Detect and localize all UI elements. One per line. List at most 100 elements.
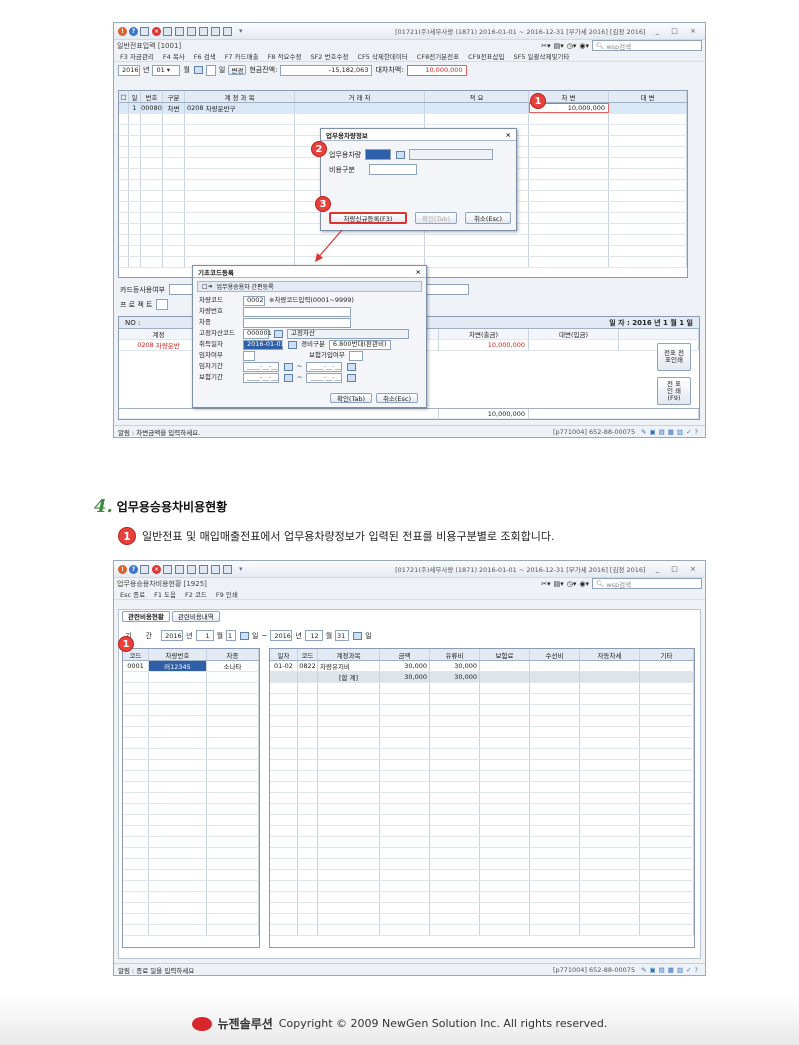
close-icon[interactable]: × [416, 268, 421, 276]
voucher-print-button[interactable]: 전표 전표인쇄 [657, 343, 691, 371]
ins-end-field[interactable]: ____-__-__ [306, 372, 343, 383]
end-day[interactable]: 31 [335, 630, 350, 641]
menu-item[interactable]: F4 복사 [163, 51, 185, 61]
window-icon[interactable] [211, 564, 220, 574]
tools-icon[interactable]: ✂▾ [541, 42, 550, 50]
insurance-field[interactable] [348, 350, 363, 361]
calendar-icon[interactable] [240, 631, 250, 640]
lease-start-field[interactable]: ____-__-__ [243, 361, 279, 372]
folder-icon[interactable] [223, 564, 232, 574]
calc-icon[interactable] [199, 26, 208, 36]
lookup-icon[interactable] [274, 329, 283, 338]
window-controls[interactable]: _ □ × [656, 27, 701, 35]
menu-item[interactable]: F6 검색 [194, 51, 216, 61]
help-icon[interactable]: ? [129, 26, 138, 36]
cancel-button[interactable]: 취소(Esc) [465, 212, 511, 224]
car-code-input[interactable] [365, 149, 392, 160]
window-controls[interactable]: _ □ × [656, 565, 701, 573]
code-icon[interactable] [140, 26, 149, 36]
cost-type-field[interactable]: 6.800번대(판관비) [328, 339, 391, 350]
tab-cost-detail[interactable]: 관련비용내역 [171, 610, 220, 622]
search-icon[interactable] [175, 26, 184, 36]
day-input[interactable] [205, 64, 216, 76]
delete-icon[interactable]: × [152, 26, 161, 36]
doc-icon[interactable]: ▤▾ [554, 580, 564, 588]
calendar-icon[interactable] [187, 564, 196, 574]
status-icons[interactable]: ✎▣▤▦▥✓? [641, 428, 701, 436]
search-icon[interactable] [175, 564, 184, 574]
start-month[interactable]: 1 [195, 630, 214, 641]
ok-button[interactable]: 확인(Tab) [330, 393, 372, 403]
menu-item[interactable]: SF5 일괄삭제및기타 [513, 51, 569, 61]
menu-item[interactable]: SF2 번호수정 [310, 51, 348, 61]
table-row[interactable]: 0001 러12345 소나타 [123, 661, 259, 672]
asset-code-field[interactable]: 000001 [243, 328, 272, 339]
calendar-icon[interactable] [187, 26, 196, 36]
tools-icon[interactable]: ✂▾ [541, 580, 550, 588]
start-day[interactable]: 1 [226, 630, 237, 641]
clock-icon[interactable]: ◷▾ [567, 42, 577, 50]
lease-end-field[interactable]: ____-__-__ [306, 361, 343, 372]
dropdown-icon[interactable]: ▾ [239, 27, 243, 35]
car-code-field[interactable]: 0002 [243, 295, 265, 306]
globe-icon[interactable]: ◉▾ [579, 580, 589, 588]
cost-input[interactable] [368, 164, 417, 175]
end-month[interactable]: 12 [304, 630, 323, 641]
status-icons[interactable]: ✎▣▤▦▥✓? [641, 966, 701, 974]
print-f9-button[interactable]: 전 표 인 쇄(F9) [657, 377, 691, 405]
end-year[interactable]: 2016 [270, 630, 293, 641]
year-input[interactable]: 2016 [118, 64, 140, 76]
menu-item[interactable]: F8 적요수정 [268, 51, 302, 61]
table-row[interactable]: 01-02 0822 차량유지비 30,000 30,000 [270, 661, 694, 672]
delete-icon[interactable]: × [152, 564, 161, 574]
close-icon[interactable]: × [506, 131, 511, 139]
calendar-icon[interactable] [353, 631, 363, 640]
change-button[interactable]: 변경 [228, 65, 247, 75]
project-input[interactable] [156, 299, 169, 310]
doc-icon[interactable]: ▤▾ [554, 42, 564, 50]
search-input[interactable]: 🔍︎ wsp검색 [592, 40, 702, 51]
cancel-button[interactable]: 취소(Esc) [376, 393, 418, 403]
start-year[interactable]: 2016 [161, 630, 184, 641]
car-type-field[interactable] [243, 317, 351, 328]
alert-icon[interactable]: ! [118, 564, 127, 574]
print-icon[interactable] [163, 564, 172, 574]
menu-item[interactable]: F7 카드매출 [225, 51, 259, 61]
calendar-icon[interactable] [284, 362, 293, 371]
dropdown-icon[interactable]: ▾ [239, 565, 243, 573]
empty-row [270, 749, 694, 760]
globe-icon[interactable]: ◉▾ [579, 42, 589, 50]
lease-field[interactable] [243, 350, 255, 361]
calendar-icon[interactable] [284, 373, 293, 382]
menu-item[interactable]: CF5 삭제한데이터 [357, 51, 407, 61]
month-select[interactable]: 01 ▾ [152, 64, 181, 76]
alert-icon[interactable]: ! [118, 26, 127, 36]
ok-button[interactable]: 확인(Tab) [415, 212, 457, 224]
window-icon[interactable] [211, 26, 220, 36]
acq-date-field[interactable]: 2016-01-01 [243, 339, 285, 350]
calendar-icon[interactable] [347, 362, 357, 371]
menu-item[interactable]: F3 자금관리 [120, 51, 154, 61]
lookup-icon[interactable] [396, 150, 406, 159]
menu-item[interactable]: CF9전표삽입 [468, 51, 504, 61]
menu-item[interactable]: F2 코드 [185, 589, 207, 599]
tab-cost-status[interactable]: 관련비용현황 [122, 610, 170, 622]
calendar-icon[interactable] [193, 66, 203, 74]
menu-item[interactable]: F9 인쇄 [216, 589, 238, 599]
car-no-field[interactable] [243, 306, 351, 317]
calc-icon[interactable] [199, 564, 208, 574]
clock-icon[interactable]: ◷▾ [567, 580, 577, 588]
calendar-icon[interactable] [347, 373, 357, 382]
table-row[interactable]: 1 00080 차변 0208 차량운반구 10,000,000 [119, 103, 687, 114]
search-input[interactable]: 🔍︎ wsp검색 [592, 578, 702, 589]
help-icon[interactable]: ? [129, 564, 138, 574]
calendar-icon[interactable] [288, 340, 297, 349]
menu-item[interactable]: Esc 종료 [120, 589, 145, 599]
menu-item[interactable]: CF8전기분전표 [417, 51, 459, 61]
new-vehicle-button[interactable]: 차량신규등록(F3) [329, 212, 407, 224]
ins-start-field[interactable]: ____-__-__ [243, 372, 279, 383]
folder-icon[interactable] [223, 26, 232, 36]
code-icon[interactable] [140, 564, 149, 574]
print-icon[interactable] [163, 26, 172, 36]
menu-item[interactable]: F1 도움 [154, 589, 176, 599]
